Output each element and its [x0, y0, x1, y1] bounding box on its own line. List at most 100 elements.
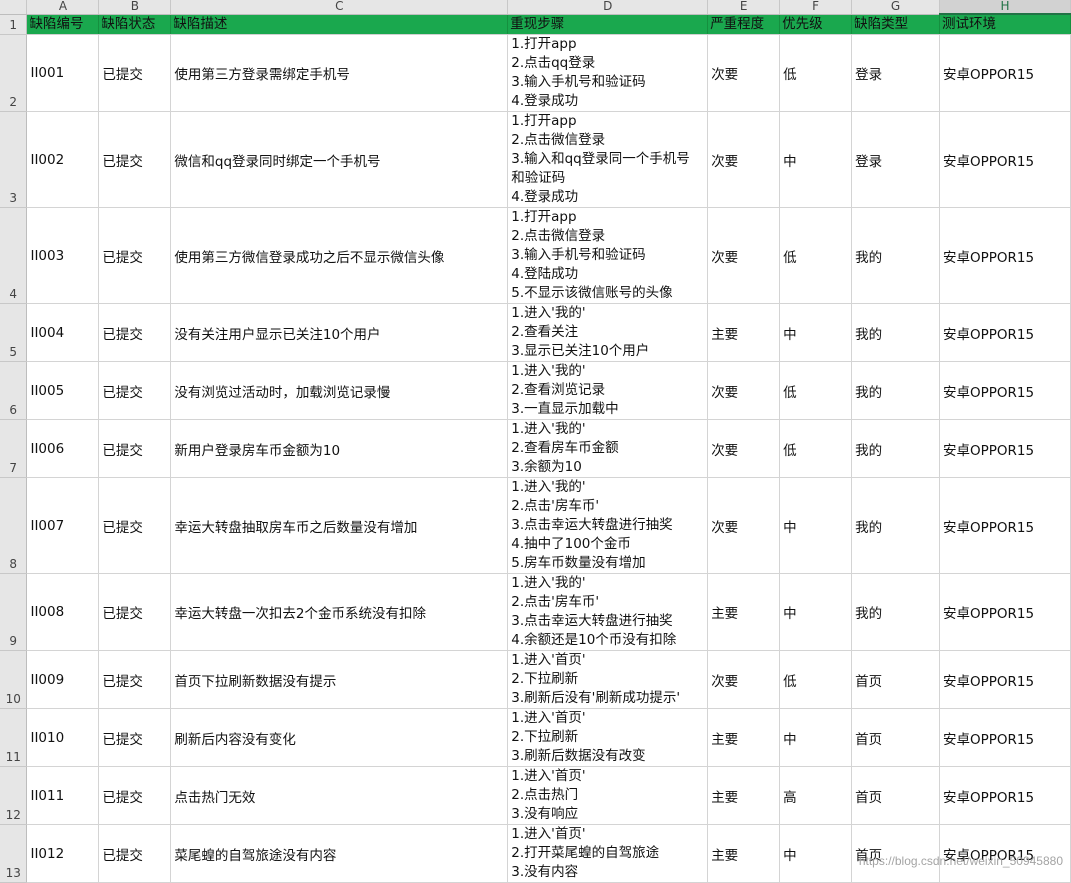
steps-cell[interactable]: 1.打开app 2.点击微信登录 3.输入手机号和验证码 4.登陆成功 5.不显示该微信…: [507, 207, 709, 304]
data-cell[interactable]: 安卓OPPOR15: [939, 650, 1071, 709]
header-cell[interactable]: 测试环境: [939, 14, 1071, 35]
data-cell[interactable]: 低: [779, 207, 853, 304]
data-cell[interactable]: 已提交: [98, 766, 172, 825]
data-cell[interactable]: 次要: [707, 361, 781, 420]
steps-cell[interactable]: 1.打开app 2.点击微信登录 3.输入和qq登录同一个手机号 和验证码 4.登录成功: [507, 111, 709, 208]
column-header-d[interactable]: D: [507, 0, 709, 15]
data-cell[interactable]: 首页: [851, 708, 940, 767]
column-header-f[interactable]: F: [779, 0, 853, 15]
data-cell[interactable]: 幸运大转盘一次扣去2个金币系统没有扣除: [170, 573, 509, 651]
column-header-h[interactable]: H: [939, 0, 1071, 15]
data-cell[interactable]: 安卓OPPOR15: [939, 477, 1071, 574]
header-cell[interactable]: 缺陷编号: [26, 14, 100, 35]
select-all-corner[interactable]: [0, 0, 28, 15]
data-cell[interactable]: 已提交: [98, 708, 172, 767]
data-cell[interactable]: 已提交: [98, 111, 172, 208]
header-cell[interactable]: 缺陷类型: [851, 14, 940, 35]
data-cell[interactable]: II001: [26, 34, 100, 112]
data-cell[interactable]: 主要: [707, 708, 781, 767]
header-cell[interactable]: 缺陷状态: [98, 14, 172, 35]
data-cell[interactable]: 已提交: [98, 361, 172, 420]
data-cell[interactable]: 次要: [707, 477, 781, 574]
data-cell[interactable]: 中: [779, 303, 853, 362]
row-number[interactable]: 7: [0, 419, 28, 478]
data-cell[interactable]: 我的: [851, 573, 940, 651]
data-cell[interactable]: 刷新后内容没有变化: [170, 708, 509, 767]
data-cell[interactable]: 中: [779, 477, 853, 574]
row-number[interactable]: 10: [0, 650, 28, 709]
data-cell[interactable]: 次要: [707, 111, 781, 208]
data-cell[interactable]: 我的: [851, 207, 940, 304]
steps-cell[interactable]: 1.进入'首页' 2.下拉刷新 3.刷新后没有'刷新成功提示': [507, 650, 709, 709]
data-cell[interactable]: II007: [26, 477, 100, 574]
data-cell[interactable]: 安卓OPPOR15: [939, 419, 1071, 478]
data-cell[interactable]: 主要: [707, 303, 781, 362]
row-number[interactable]: 8: [0, 477, 28, 574]
data-cell[interactable]: II006: [26, 419, 100, 478]
steps-cell[interactable]: 1.进入'我的' 2.查看关注 3.显示已关注10个用户: [507, 303, 709, 362]
steps-cell[interactable]: 1.进入'首页' 2.点击热门 3.没有响应: [507, 766, 709, 825]
column-header-e[interactable]: E: [707, 0, 781, 15]
row-number[interactable]: 1: [0, 14, 28, 35]
steps-cell[interactable]: 1.进入'我的' 2.查看房车币金额 3.余额为10: [507, 419, 709, 478]
data-cell[interactable]: 已提交: [98, 207, 172, 304]
data-cell[interactable]: 低: [779, 361, 853, 420]
column-header-c[interactable]: C: [170, 0, 509, 15]
header-cell[interactable]: 缺陷描述: [170, 14, 509, 35]
steps-cell[interactable]: 1.进入'首页' 2.下拉刷新 3.刷新后数据没有改变: [507, 708, 709, 767]
data-cell[interactable]: 我的: [851, 303, 940, 362]
steps-cell[interactable]: 1.打开app 2.点击qq登录 3.输入手机号和验证码 4.登录成功: [507, 34, 709, 112]
data-cell[interactable]: 首页下拉刷新数据没有提示: [170, 650, 509, 709]
data-cell[interactable]: 中: [779, 708, 853, 767]
data-cell[interactable]: II002: [26, 111, 100, 208]
data-cell[interactable]: 安卓OPPOR15: [939, 361, 1071, 420]
data-cell[interactable]: 低: [779, 650, 853, 709]
steps-cell[interactable]: 1.进入'我的' 2.点击'房车币' 3.点击幸运大转盘进行抽奖 4.抽中了100个金…: [507, 477, 709, 574]
data-cell[interactable]: 点击热门无效: [170, 766, 509, 825]
data-cell[interactable]: II009: [26, 650, 100, 709]
row-number[interactable]: 6: [0, 361, 28, 420]
data-cell[interactable]: 幸运大转盘抽取房车币之后数量没有增加: [170, 477, 509, 574]
data-cell[interactable]: 已提交: [98, 477, 172, 574]
header-cell[interactable]: 严重程度: [707, 14, 781, 35]
data-cell[interactable]: 没有浏览过活动时，加载浏览记录慢: [170, 361, 509, 420]
data-cell[interactable]: 登录: [851, 34, 940, 112]
data-cell[interactable]: II011: [26, 766, 100, 825]
data-cell[interactable]: 安卓OPPOR15: [939, 766, 1071, 825]
row-number[interactable]: 2: [0, 34, 28, 112]
data-cell[interactable]: 我的: [851, 419, 940, 478]
data-cell[interactable]: 已提交: [98, 419, 172, 478]
data-cell[interactable]: II003: [26, 207, 100, 304]
row-number[interactable]: 3: [0, 111, 28, 208]
data-cell[interactable]: 已提交: [98, 573, 172, 651]
row-number[interactable]: 4: [0, 207, 28, 304]
data-cell[interactable]: II008: [26, 573, 100, 651]
data-cell[interactable]: 首页: [851, 650, 940, 709]
data-cell[interactable]: 中: [779, 111, 853, 208]
header-cell[interactable]: 优先级: [779, 14, 853, 35]
data-cell[interactable]: 次要: [707, 207, 781, 304]
data-cell[interactable]: II010: [26, 708, 100, 767]
data-cell[interactable]: II005: [26, 361, 100, 420]
data-cell[interactable]: 安卓OPPOR15: [939, 34, 1071, 112]
column-header-g[interactable]: G: [851, 0, 940, 15]
data-cell[interactable]: 新用户登录房车币金额为10: [170, 419, 509, 478]
data-cell[interactable]: 使用第三方登录需绑定手机号: [170, 34, 509, 112]
data-cell[interactable]: 已提交: [98, 303, 172, 362]
data-cell[interactable]: 已提交: [98, 650, 172, 709]
column-header-a[interactable]: A: [26, 0, 100, 15]
data-cell[interactable]: 我的: [851, 477, 940, 574]
data-cell[interactable]: 中: [779, 573, 853, 651]
data-cell[interactable]: 安卓OPPOR15: [939, 303, 1071, 362]
data-cell[interactable]: 次要: [707, 419, 781, 478]
row-number[interactable]: 11: [0, 708, 28, 767]
data-cell[interactable]: 次要: [707, 650, 781, 709]
data-cell[interactable]: 使用第三方微信登录成功之后不显示微信头像: [170, 207, 509, 304]
data-cell[interactable]: 我的: [851, 361, 940, 420]
data-cell[interactable]: II004: [26, 303, 100, 362]
data-cell[interactable]: 登录: [851, 111, 940, 208]
data-cell[interactable]: 主要: [707, 573, 781, 651]
data-cell[interactable]: 低: [779, 34, 853, 112]
header-cell[interactable]: 重现步骤: [507, 14, 709, 35]
data-cell[interactable]: 低: [779, 419, 853, 478]
